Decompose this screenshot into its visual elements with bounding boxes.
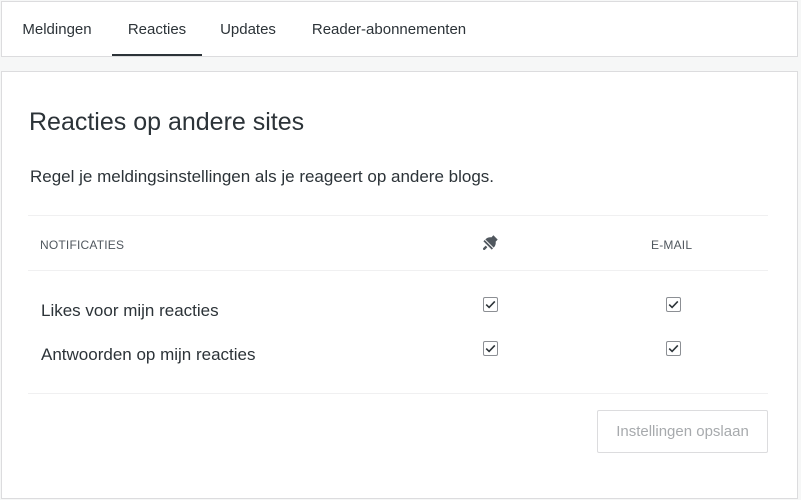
comment-likes-push-checkbox[interactable] — [483, 297, 498, 312]
divider — [28, 215, 768, 216]
tab-updates[interactable]: Updates — [202, 2, 294, 56]
divider — [28, 270, 768, 271]
setting-label-comment-likes: Likes voor mijn reacties — [41, 301, 219, 320]
comment-likes-email-checkbox[interactable] — [666, 297, 681, 312]
section-description: Regel je meldingsinstellingen als je rea… — [30, 167, 495, 186]
divider — [28, 393, 768, 394]
section-title: Reacties op andere sites — [29, 108, 305, 136]
bell-icon — [482, 235, 498, 251]
comment-replies-push-checkbox[interactable] — [483, 341, 498, 356]
save-settings-button[interactable]: Instellingen opslaan — [597, 410, 768, 453]
column-header-notifications: NOTIFICATIES — [40, 238, 125, 252]
tab-meldingen[interactable]: Meldingen — [2, 2, 112, 56]
section-nav: Meldingen Reacties Updates Reader-abonne… — [1, 1, 798, 57]
setting-label-comment-replies: Antwoorden op mijn reacties — [41, 345, 256, 364]
tab-reacties[interactable]: Reacties — [112, 2, 202, 56]
comment-settings-panel: Reacties op andere sites Regel je meldin… — [1, 71, 798, 499]
column-header-email: E-MAIL — [651, 238, 693, 252]
tab-reader-abonnementen[interactable]: Reader-abonnementen — [294, 2, 484, 56]
comment-replies-email-checkbox[interactable] — [666, 341, 681, 356]
